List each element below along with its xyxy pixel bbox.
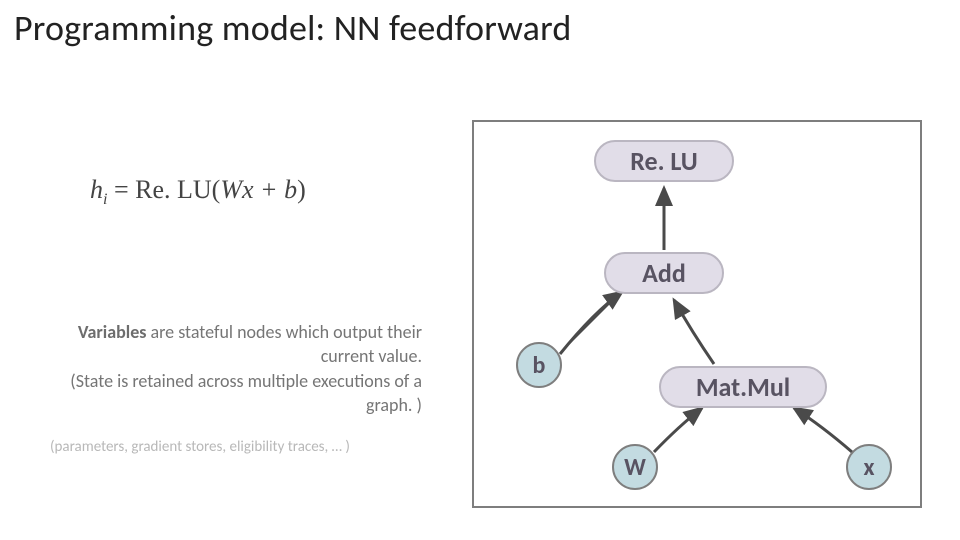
node-b: b bbox=[516, 342, 562, 388]
diagram-frame: Re. LU Add Mat.Mul b W x bbox=[472, 120, 922, 508]
edge-b-to-add bbox=[560, 292, 622, 354]
node-relu: Re. LU bbox=[594, 140, 734, 182]
eq-lhs-var: h bbox=[90, 175, 103, 204]
blurb-text-2: (State is retained across multiple execu… bbox=[70, 370, 422, 416]
eq-equals: = bbox=[114, 175, 135, 204]
footnote: (parameters, gradient stores, eligibilit… bbox=[50, 438, 422, 456]
node-add: Add bbox=[604, 252, 724, 294]
node-x: x bbox=[846, 444, 892, 490]
edge-x-to-matmul bbox=[794, 408, 852, 452]
blurb-bold: Variables bbox=[78, 321, 147, 343]
edge-w-to-matmul bbox=[654, 408, 702, 452]
edge-matmul-to-add bbox=[674, 300, 714, 364]
node-w: W bbox=[612, 444, 658, 490]
slide-root: Programming model: NN feedforward hi = R… bbox=[0, 0, 960, 540]
eq-close: ) bbox=[297, 175, 306, 204]
variables-blurb: Variables are stateful nodes which outpu… bbox=[50, 320, 422, 417]
node-matmul: Mat.Mul bbox=[659, 366, 827, 408]
eq-lhs-sub: i bbox=[103, 191, 107, 208]
blurb-text-1: are stateful nodes which output their cu… bbox=[146, 321, 422, 367]
diagram-inner: Re. LU Add Mat.Mul b W x bbox=[474, 122, 920, 506]
equation: hi = Re. LU(Wx + b) bbox=[90, 175, 306, 209]
eq-op: Re. LU bbox=[135, 175, 212, 204]
slide-title: Programming model: NN feedforward bbox=[14, 6, 571, 50]
eq-inner: Wx + b bbox=[220, 175, 297, 204]
